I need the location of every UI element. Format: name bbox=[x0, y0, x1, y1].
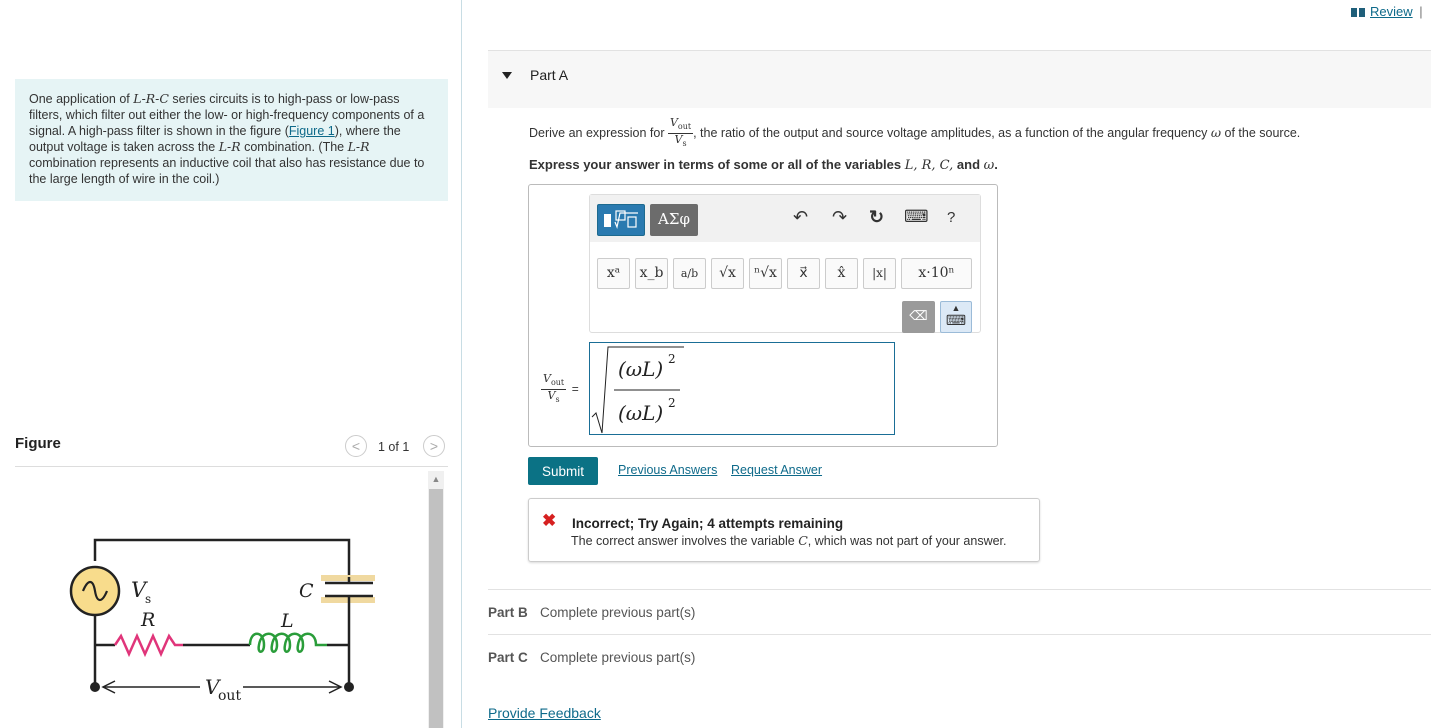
error-x-icon: ✖ bbox=[542, 511, 557, 530]
svg-text:(ωL): (ωL) bbox=[618, 401, 663, 425]
figure-scrollbar[interactable]: ▲ bbox=[428, 471, 444, 728]
scroll-up-arrow-icon[interactable]: ▲ bbox=[428, 471, 444, 487]
part-b-status: Complete previous part(s) bbox=[540, 605, 696, 620]
svg-text:2: 2 bbox=[668, 396, 676, 410]
part-c-status: Complete previous part(s) bbox=[540, 650, 696, 665]
nth-root-button[interactable]: ⁿ√x bbox=[749, 258, 782, 289]
subscript-button[interactable]: x_b bbox=[635, 258, 668, 289]
part-a-label: Part A bbox=[530, 67, 569, 83]
reset-icon[interactable]: ↻ bbox=[869, 207, 884, 228]
part-c-label: Part C bbox=[488, 650, 528, 665]
answer-box: ΑΣφ ↶ ↷ ↻ ⌨ ? xᵃ x_b a/b √x ⁿ√x x⃗ x̂ |x… bbox=[528, 184, 998, 447]
part-a-header[interactable]: Part A bbox=[488, 50, 1431, 108]
feedback-message: The correct answer involves the variable… bbox=[571, 533, 1007, 548]
collapse-triangle-icon[interactable] bbox=[502, 72, 512, 79]
output-node-right bbox=[344, 682, 354, 692]
delete-icon[interactable]: ⌫ bbox=[902, 301, 935, 333]
problem-statement: One application of L-R-C series circuits… bbox=[15, 79, 448, 201]
part-c-row[interactable]: Part C Complete previous part(s) bbox=[488, 634, 1431, 680]
absolute-value-button[interactable]: |x| bbox=[863, 258, 896, 289]
svg-text:(ωL): (ωL) bbox=[618, 357, 663, 381]
unit-vector-button[interactable]: x̂ bbox=[825, 258, 858, 289]
resistor-icon bbox=[113, 632, 183, 658]
submit-button[interactable]: Submit bbox=[528, 457, 598, 485]
output-node-left bbox=[90, 682, 100, 692]
provide-feedback-link[interactable]: Provide Feedback bbox=[488, 705, 601, 721]
toolbar-top-row: ΑΣφ ↶ ↷ ↻ ⌨ ? bbox=[590, 195, 980, 242]
scientific-notation-button[interactable]: x·10ⁿ bbox=[901, 258, 972, 289]
templates-icon bbox=[604, 210, 638, 230]
feedback-box: ✖ Incorrect; Try Again; 4 attempts remai… bbox=[528, 498, 1040, 562]
review-link[interactable]: Review | bbox=[1351, 4, 1423, 19]
part-b-row[interactable]: Part B Complete previous part(s) bbox=[488, 589, 1431, 635]
c-label: C bbox=[299, 580, 314, 602]
undo-icon[interactable]: ↶ bbox=[793, 207, 808, 228]
part-b-label: Part B bbox=[488, 605, 528, 620]
l-label: L bbox=[280, 610, 294, 632]
help-icon[interactable]: ? bbox=[947, 209, 955, 226]
figure-header: Figure < 1 of 1 > bbox=[15, 433, 448, 467]
vs-subscript: s bbox=[145, 592, 151, 606]
feedback-title: Incorrect; Try Again; 4 attempts remaini… bbox=[572, 516, 844, 531]
figure-link[interactable]: Figure 1 bbox=[289, 124, 335, 138]
fraction-button[interactable]: a/b bbox=[673, 258, 706, 289]
figure-count: 1 of 1 bbox=[378, 440, 410, 454]
scroll-thumb[interactable] bbox=[429, 489, 443, 728]
templates-button[interactable] bbox=[597, 204, 645, 236]
math-toolbar: ΑΣφ ↶ ↷ ↻ ⌨ ? xᵃ x_b a/b √x ⁿ√x x⃗ x̂ |x… bbox=[589, 194, 981, 333]
vout-subscript: out bbox=[218, 688, 241, 704]
circuit-wire-top bbox=[93, 538, 351, 577]
svg-text:2: 2 bbox=[668, 352, 676, 366]
answer-expression: (ωL) 2 (ωL) 2 bbox=[591, 346, 684, 434]
superscript-button[interactable]: xᵃ bbox=[597, 258, 630, 289]
answer-input[interactable]: (ωL) 2 (ωL) 2 bbox=[589, 342, 895, 435]
book-icon bbox=[1351, 8, 1365, 17]
redo-icon[interactable]: ↷ bbox=[832, 207, 847, 228]
capacitor-icon bbox=[321, 575, 375, 603]
left-pane: One application of L-R-C series circuits… bbox=[0, 0, 462, 728]
keyboard-shortcuts-icon[interactable]: ⌨ bbox=[904, 207, 929, 227]
greek-symbols-button[interactable]: ΑΣφ bbox=[650, 204, 698, 236]
previous-answers-link[interactable]: Previous Answers bbox=[618, 463, 717, 477]
figure-title: Figure bbox=[15, 435, 61, 452]
instruction-text: Express your answer in terms of some or … bbox=[529, 157, 998, 173]
keyboard-toggle-icon[interactable]: ▲ ⌨ bbox=[940, 301, 972, 333]
inductor-icon bbox=[248, 632, 327, 653]
vector-button[interactable]: x⃗ bbox=[787, 258, 820, 289]
sqrt-button[interactable]: √x bbox=[711, 258, 744, 289]
question-text: Derive an expression for Vout Vs , the r… bbox=[529, 116, 1301, 149]
ratio-fraction: Vout Vs bbox=[667, 116, 694, 149]
r-label: R bbox=[140, 609, 155, 631]
circuit-diagram: V s R C L V out bbox=[69, 538, 375, 704]
next-figure-button[interactable]: > bbox=[423, 435, 445, 457]
answer-lhs: Vout Vs = bbox=[541, 372, 579, 405]
request-answer-link[interactable]: Request Answer bbox=[731, 463, 822, 477]
prev-figure-button[interactable]: < bbox=[345, 435, 367, 457]
